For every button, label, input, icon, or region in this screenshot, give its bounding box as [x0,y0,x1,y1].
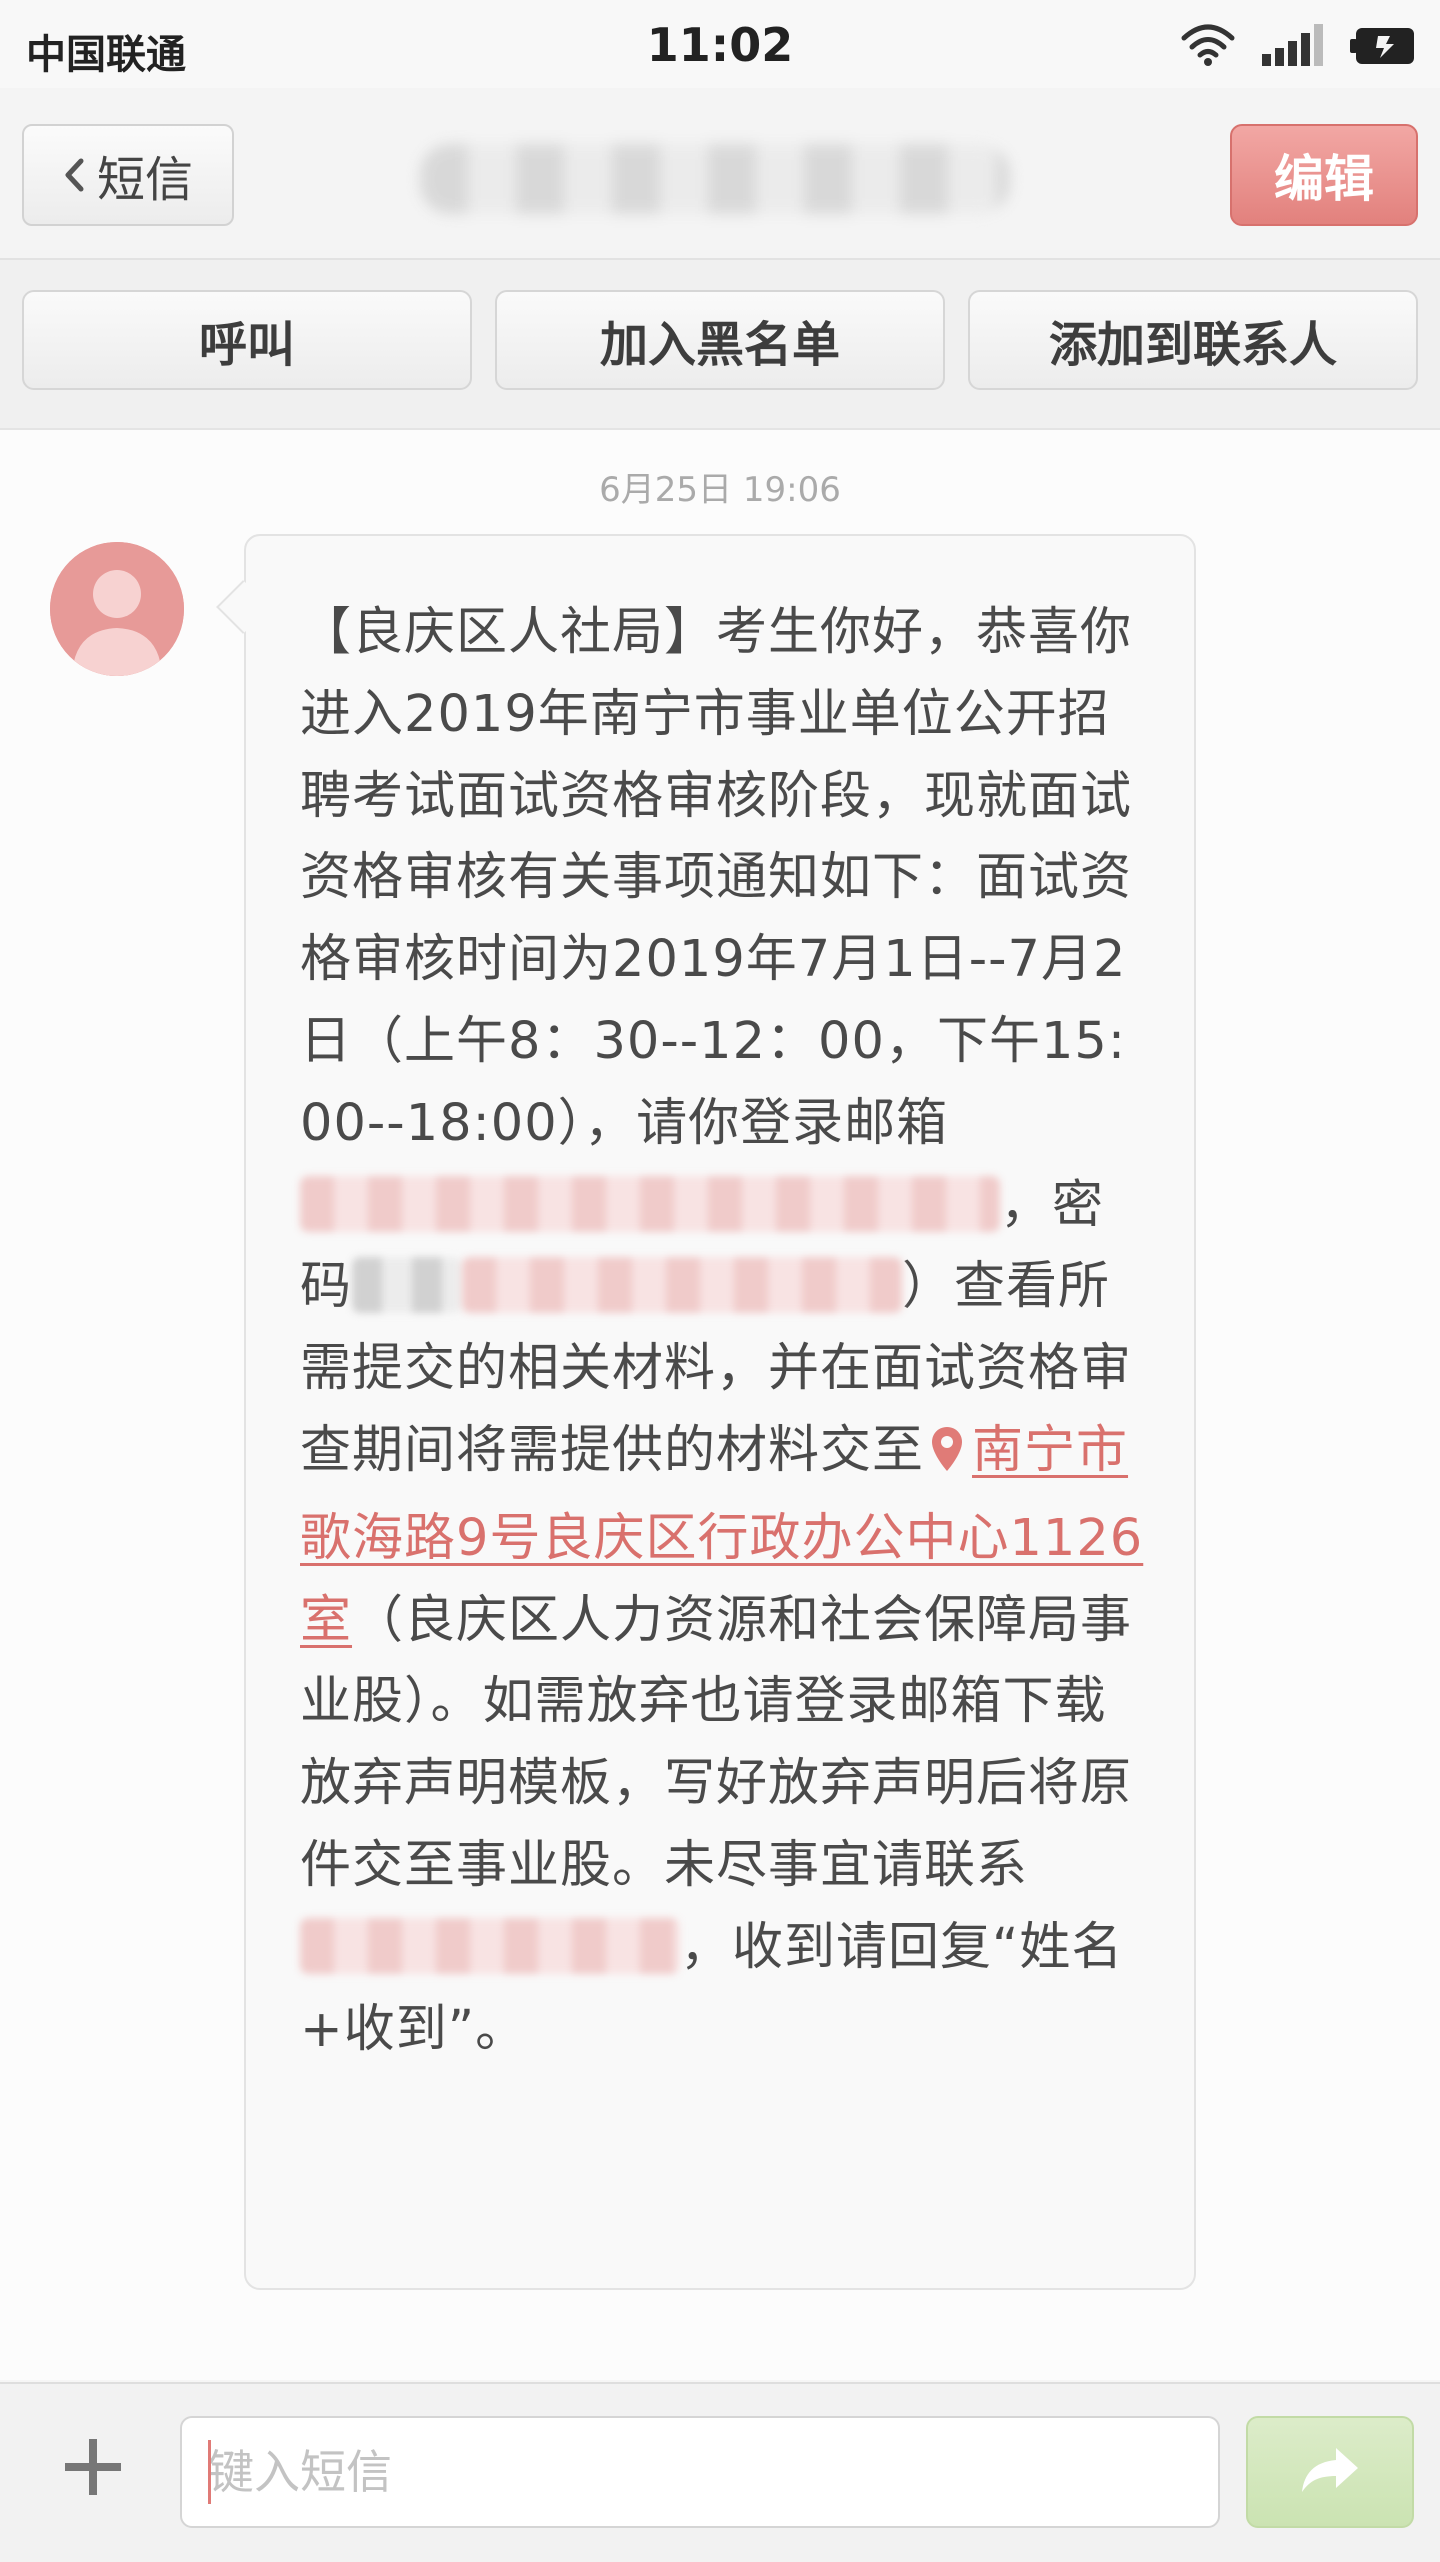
message-bubble[interactable]: 【良庆区人社局】考生你好，恭喜你进入2019年南宁市事业单位公开招聘考试面试资格… [216,534,1196,2290]
message-part: （良庆区人力资源和社会保障局事业股）。如需放弃也请登录邮箱下载放弃声明模板，写好… [300,1590,1133,1895]
battery-icon [1350,26,1420,70]
compose-bar [0,2382,1440,2562]
contact-name-redacted [420,144,1010,214]
chevron-left-icon [63,157,85,193]
status-bar: 中国联通 11:02 [0,0,1440,88]
conversation-thread[interactable]: 6月25日 19:06 【良庆区人社局】考生你好，恭喜你进入2019年南宁市事业… [0,430,1440,2380]
message-timestamp: 6月25日 19:06 [599,470,841,510]
redacted-email [300,1175,1000,1232]
add-to-blacklist-button[interactable]: 加入黑名单 [495,290,945,390]
message-part: 【良庆区人社局】考生你好，恭喜你进入2019年南宁市事业单位公开招聘考试面试资格… [300,603,1133,1153]
sender-avatar[interactable] [50,542,184,676]
edit-button[interactable]: 编辑 [1230,124,1418,226]
plus-icon [61,2435,125,2503]
text-caret [208,2440,211,2504]
back-label: 短信 [96,152,193,208]
redacted-password-prefix [352,1257,463,1314]
location-pin-icon [930,1416,964,1498]
message-text: 【良庆区人社局】考生你好，恭喜你进入2019年南宁市事业单位公开招聘考试面试资格… [300,592,1154,2070]
signal-icon [1262,24,1328,70]
send-button[interactable] [1246,2416,1414,2528]
person-icon [50,542,184,676]
back-button[interactable]: 短信 [22,124,234,226]
navigation-bar: 短信 编辑 [0,88,1440,260]
add-to-contacts-button[interactable]: 添加到联系人 [968,290,1418,390]
message-input[interactable] [180,2416,1220,2528]
call-button[interactable]: 呼叫 [22,290,472,390]
wifi-icon [1180,22,1236,70]
redacted-phone-link[interactable] [300,1917,680,1974]
contact-actions: 呼叫 加入黑名单 添加到联系人 [0,260,1440,430]
attach-button[interactable] [48,2424,138,2514]
share-arrow-icon [1298,2444,1362,2500]
bubble-tail [216,580,270,634]
redacted-password [462,1257,903,1314]
